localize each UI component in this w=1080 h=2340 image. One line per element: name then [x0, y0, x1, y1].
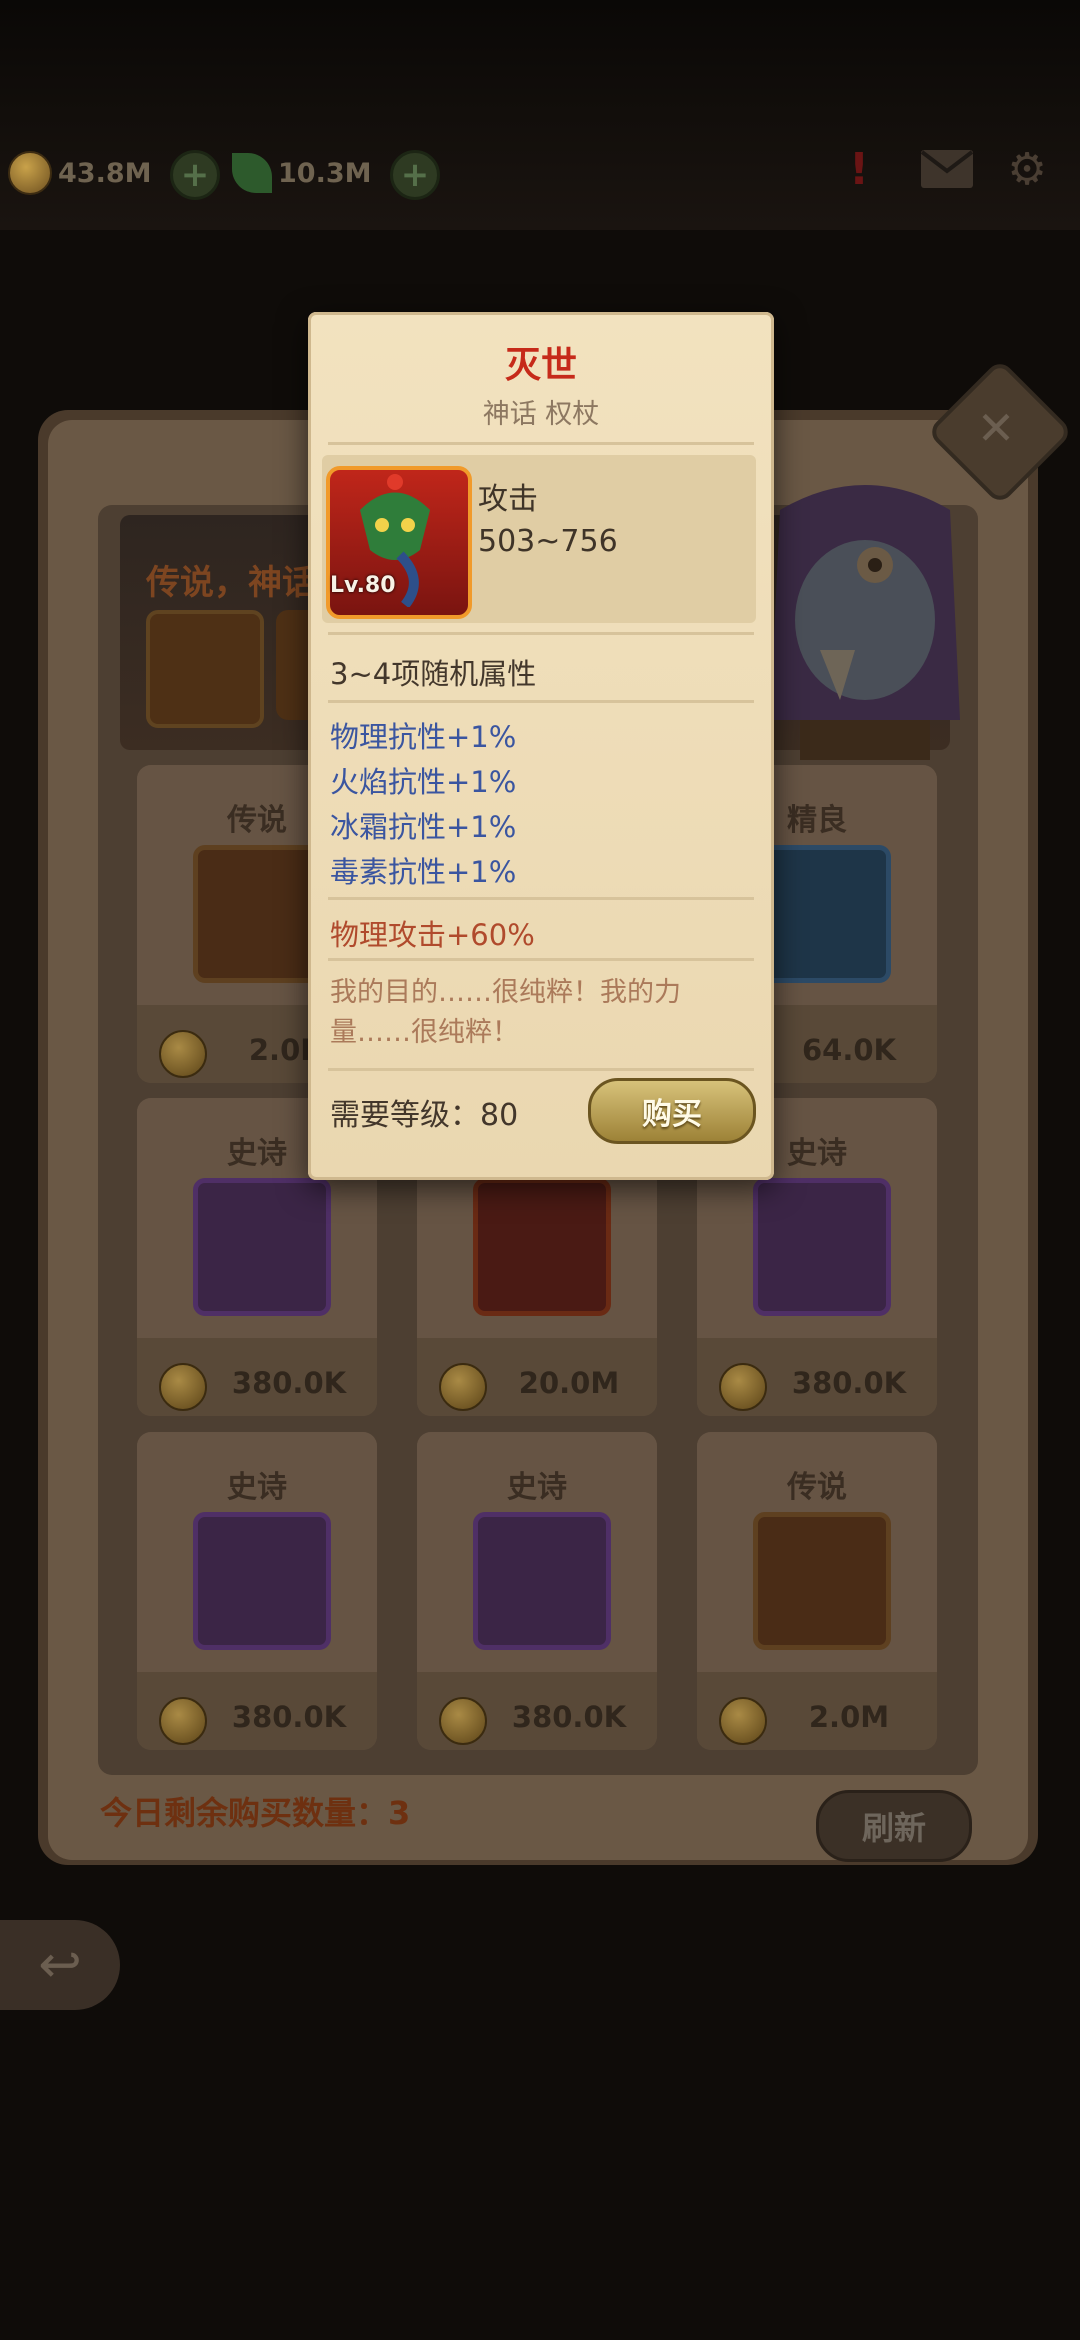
- attr-poison-resist: 毒素抗性+1%: [330, 855, 517, 889]
- divider: [328, 442, 754, 445]
- price-coin-icon: [159, 1363, 207, 1411]
- item-rarity: 传说: [787, 1470, 847, 1505]
- divider: [328, 958, 754, 961]
- gold-coin-icon: [8, 151, 52, 195]
- gold-amount: 43.8M: [58, 157, 152, 189]
- attr-physical-resist: 物理抗性+1%: [330, 720, 517, 754]
- shop-item-card[interactable]: 史诗 380.0K: [417, 1432, 657, 1750]
- alert-icon: !: [848, 143, 870, 195]
- back-arrow-icon: ↩: [38, 1935, 82, 1995]
- leaf-gem-icon: [232, 153, 272, 193]
- item-price: 380.0K: [791, 1366, 907, 1400]
- divider: [328, 700, 754, 703]
- required-level: 需要等级：80: [330, 1098, 519, 1133]
- refresh-button[interactable]: 刷新: [816, 1790, 972, 1862]
- settings-button[interactable]: ⚙: [998, 140, 1056, 198]
- divider: [328, 1068, 754, 1071]
- item-name: 灭世: [504, 345, 577, 386]
- event-alert-button[interactable]: !: [830, 140, 888, 198]
- price-coin-icon: [719, 1697, 767, 1745]
- shop-item-card[interactable]: 史诗 380.0K: [137, 1432, 377, 1750]
- price-coin-icon: [719, 1363, 767, 1411]
- main-attr: 物理攻击+60%: [330, 918, 535, 952]
- item-price: 380.0K: [511, 1700, 627, 1734]
- item-level-badge: Lv.80: [330, 573, 396, 598]
- item-rarity: 史诗: [227, 1470, 287, 1505]
- gem-resource: 10.3M: [232, 148, 372, 198]
- attr-frost-resist: 冰霜抗性+1%: [330, 810, 517, 844]
- dragon-staff-icon: [473, 1178, 611, 1316]
- random-attrs-label: 3~4项随机属性: [330, 657, 537, 691]
- item-price: 20.0M: [518, 1366, 620, 1400]
- price-coin-icon: [159, 1030, 207, 1078]
- divider: [328, 632, 754, 635]
- armor-boot-icon: [193, 1512, 331, 1650]
- item-lore-quote: 我的目的……很纯粹！我的力量……很纯粹！: [330, 977, 681, 1048]
- attr-fire-resist: 火焰抗性+1%: [330, 765, 517, 799]
- gear-icon: ⚙: [1007, 143, 1047, 195]
- attack-value: 503~756: [478, 524, 618, 559]
- price-coin-icon: [439, 1697, 487, 1745]
- item-type: 神话 权杖: [482, 399, 600, 430]
- gold-resource: 43.8M: [8, 148, 152, 198]
- shop-item-card[interactable]: 传说 2.0M: [697, 1432, 937, 1750]
- price-coin-icon: [159, 1697, 207, 1745]
- back-button[interactable]: ↩: [0, 1920, 120, 2010]
- price-coin-icon: [439, 1363, 487, 1411]
- longsword-icon: [753, 1178, 891, 1316]
- gem-amount: 10.3M: [278, 157, 372, 189]
- item-price: 64.0K: [801, 1033, 897, 1067]
- attack-label: 攻击: [478, 482, 538, 517]
- banner-text: 传说，神话: [146, 563, 316, 603]
- hooded-merchant-icon: [770, 485, 960, 760]
- item-price: 2.0M: [808, 1700, 890, 1734]
- add-gold-button[interactable]: +: [170, 150, 220, 200]
- banner-item-staff-icon[interactable]: [146, 610, 264, 728]
- mail-button[interactable]: [918, 140, 976, 198]
- close-icon[interactable]: ✕: [948, 380, 1044, 476]
- add-gems-button[interactable]: +: [390, 150, 440, 200]
- divider: [328, 897, 754, 900]
- item-price: 380.0K: [231, 1700, 347, 1734]
- item-rarity: 史诗: [507, 1470, 567, 1505]
- ring-icon: [753, 1512, 891, 1650]
- item-price: 380.0K: [231, 1366, 347, 1400]
- envelope-icon: [920, 150, 974, 188]
- remaining-purchases: 今日剩余购买数量：3: [100, 1794, 411, 1832]
- buy-button[interactable]: 购买: [588, 1078, 756, 1144]
- gauntlet-icon: [193, 1178, 331, 1316]
- dagger-icon: [473, 1512, 611, 1650]
